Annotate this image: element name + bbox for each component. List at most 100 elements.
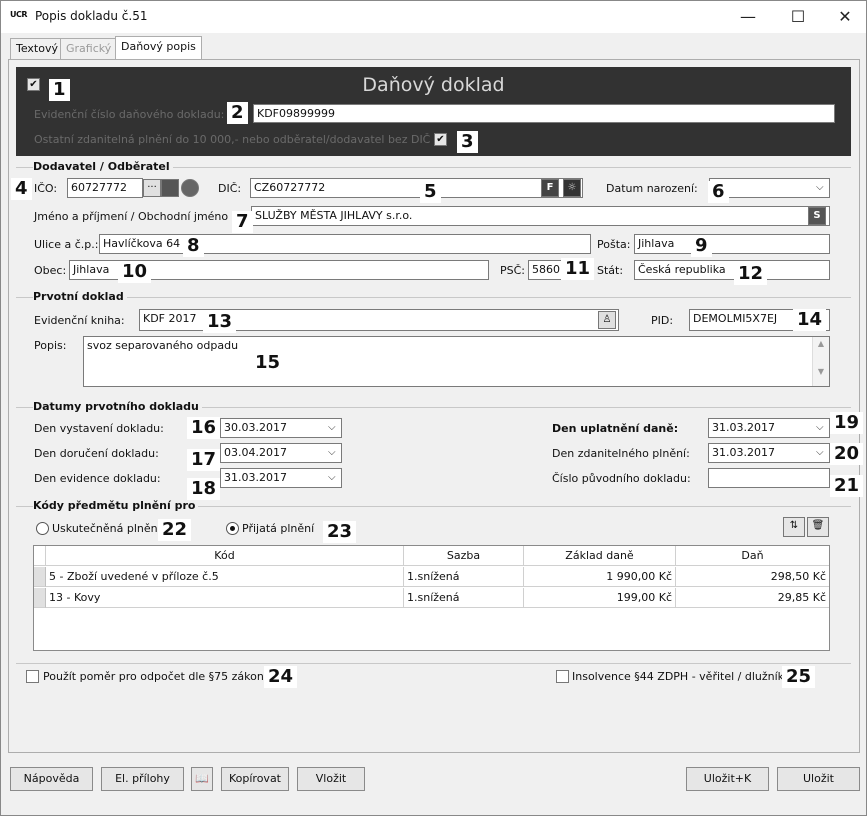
row-selector[interactable]: [34, 567, 46, 587]
name-search-icon[interactable]: S: [808, 207, 826, 225]
col-header-kod[interactable]: Kód: [46, 546, 404, 566]
issue-date-picker[interactable]: 30.03.2017: [220, 418, 342, 438]
marker-3: 3: [457, 131, 478, 153]
book-label: Evidenční kniha:: [34, 314, 125, 327]
ico-label: IČO:: [34, 182, 58, 195]
description-textarea[interactable]: svoz separovaného odpadu: [83, 336, 830, 387]
table-cell[interactable]: 1.snížená: [404, 588, 524, 608]
marker-5: 5: [420, 181, 441, 203]
name-input[interactable]: SLUŽBY MĚSTA JIHLAVY s.r.o.: [251, 206, 830, 226]
sort-icon[interactable]: ⇅: [783, 517, 805, 537]
dialog-window: UCR Popis dokladu č.51 — ☐ ✕ Textový Gra…: [0, 0, 867, 816]
table-cell[interactable]: 1.snížená: [404, 567, 524, 587]
table-cell[interactable]: 1 990,00 Kč: [524, 567, 676, 587]
other-checkbox[interactable]: ✔: [434, 133, 447, 146]
row-header-corner: [34, 546, 46, 566]
marker-10: 10: [118, 261, 152, 283]
dic-label: DIČ:: [218, 182, 242, 195]
delivery-date-picker[interactable]: 03.04.2017: [220, 443, 342, 463]
table-cell[interactable]: 298,50 Kč: [676, 567, 829, 587]
radio-realized[interactable]: [36, 522, 49, 535]
minimize-icon[interactable]: —: [736, 5, 760, 29]
copy-button[interactable]: Kopírovat: [221, 767, 289, 791]
post-input[interactable]: Jihlava: [634, 234, 830, 254]
description-scrollbar[interactable]: ▲ ▼: [812, 337, 829, 386]
marker-16: 16: [187, 417, 221, 439]
chevron-down-icon: ⌵: [328, 422, 336, 433]
record-date-label: Den evidence dokladu:: [34, 472, 161, 485]
psc-label: PSČ:: [500, 264, 526, 277]
radio-received-label[interactable]: Přijatá plnění: [242, 522, 314, 535]
col-header-sazba[interactable]: Sazba: [404, 546, 524, 566]
marker-4: 4: [11, 178, 32, 200]
marker-21: 21: [830, 475, 864, 497]
dates-heading: Datumy prvotního dokladu: [33, 400, 202, 413]
marker-1: 1: [49, 79, 70, 101]
other-label: Ostatní zdanitelná plnění do 10 000,- ne…: [34, 133, 431, 146]
chevron-down-icon: ⌵: [328, 472, 336, 483]
marker-11: 11: [561, 258, 595, 280]
tax-header: Daňový doklad ✔ Evidenční číslo daňového…: [16, 67, 851, 156]
globe-icon[interactable]: [181, 179, 199, 197]
marker-14: 14: [793, 309, 827, 331]
table-cell[interactable]: 5 - Zboží uvedené v příloze č.5: [46, 567, 404, 587]
window-title: Popis dokladu č.51: [35, 9, 148, 23]
evid-label: Evidenční číslo daňového dokladu:: [34, 108, 225, 121]
vat-check-icon[interactable]: F: [541, 179, 559, 197]
supplier-heading: Dodavatel / Odběratel: [33, 160, 173, 173]
street-input[interactable]: Havlíčkova 64: [99, 234, 591, 254]
ares-icon[interactable]: [161, 179, 179, 197]
col-header-dan[interactable]: Daň: [676, 546, 829, 566]
trash-icon[interactable]: 🗑: [807, 517, 829, 537]
tab-textovy[interactable]: Textový: [10, 38, 64, 59]
tab-graficky[interactable]: Grafický: [60, 38, 118, 59]
marker-18: 18: [187, 478, 221, 500]
table-cell[interactable]: 13 - Kovy: [46, 588, 404, 608]
col-header-zaklad[interactable]: Základ daně: [524, 546, 676, 566]
table-cell[interactable]: 199,00 Kč: [524, 588, 676, 608]
insolvency-checkbox[interactable]: [556, 670, 569, 683]
bottom-section-line: [16, 663, 851, 664]
radio-realized-label[interactable]: Uskutečněná plnění: [52, 522, 161, 535]
row-selector[interactable]: [34, 588, 46, 608]
primary-heading: Prvotní doklad: [33, 290, 127, 303]
record-date-picker[interactable]: 31.03.2017: [220, 468, 342, 488]
marker-22: 22: [158, 519, 192, 541]
chevron-down-icon: ⌵: [328, 447, 336, 458]
description-label: Popis:: [34, 339, 67, 352]
tab-danovy-popis[interactable]: Daňový popis: [115, 36, 202, 60]
marker-24: 24: [264, 666, 298, 688]
attachments-button[interactable]: El. přílohy: [101, 767, 184, 791]
marker-12: 12: [734, 263, 768, 285]
tax-document-checkbox[interactable]: ✔: [27, 78, 40, 91]
maximize-icon[interactable]: ☐: [786, 5, 810, 29]
book-select-icon[interactable]: ♙: [598, 311, 616, 329]
ratio-checkbox[interactable]: [26, 670, 39, 683]
title-bar: UCR Popis dokladu č.51 — ☐ ✕: [1, 1, 866, 33]
marker-19: 19: [830, 412, 864, 434]
close-icon[interactable]: ✕: [833, 5, 857, 29]
table-cell[interactable]: 29,85 Kč: [676, 588, 829, 608]
save-button[interactable]: Uložit: [777, 767, 860, 791]
marker-6: 6: [708, 181, 729, 203]
ico-input[interactable]: 60727772: [67, 178, 143, 198]
delivery-date-label: Den doručení dokladu:: [34, 447, 159, 460]
insolvency-label[interactable]: Insolvence §44 ZDPH - věřitel / dlužník: [572, 670, 784, 683]
name-label: Jméno a příjmení / Obchodní jméno: [34, 210, 229, 223]
ico-lookup-button[interactable]: ···: [143, 179, 161, 197]
save-and-close-button[interactable]: Uložit+K: [686, 767, 769, 791]
codes-table: Kód Sazba Základ daně Daň 5 - Zboží uved…: [33, 545, 830, 651]
ratio-label[interactable]: Použít poměr pro odpočet dle §75 zákona: [43, 670, 271, 683]
evid-input[interactable]: KDF09899999: [253, 104, 835, 123]
help-button[interactable]: Nápověda: [10, 767, 93, 791]
marker-20: 20: [830, 443, 864, 465]
dic-input[interactable]: CZ60727772: [250, 178, 583, 198]
marker-7: 7: [232, 211, 253, 233]
city-label: Obec:: [34, 264, 67, 277]
state-input[interactable]: Česká republika: [634, 260, 830, 280]
eu-vies-icon[interactable]: ☼: [563, 179, 581, 197]
paste-button[interactable]: Vložit: [297, 767, 365, 791]
book-icon[interactable]: 📖: [191, 767, 213, 791]
pid-label: PID:: [651, 314, 674, 327]
radio-received[interactable]: [226, 522, 239, 535]
